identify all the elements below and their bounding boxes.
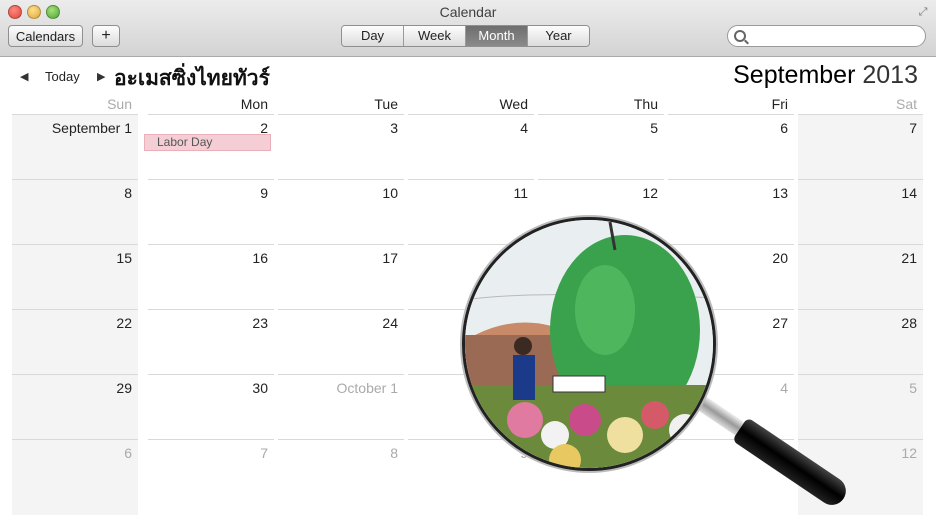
tab-week[interactable]: Week	[404, 26, 466, 46]
fullscreen-icon[interactable]: ⤢	[916, 5, 930, 19]
day-number: 15	[116, 250, 132, 266]
year-label: 2013	[862, 61, 918, 89]
day-cell[interactable]: 21	[798, 244, 923, 309]
weekday-header-fri: Fri	[771, 96, 788, 112]
day-number: 8	[390, 445, 398, 461]
day-number: 22	[116, 315, 132, 331]
day-cell[interactable]: October 1	[278, 374, 404, 439]
weekday-header-sun: Sun	[107, 96, 132, 112]
weekday-header-wed: Wed	[499, 96, 528, 112]
day-cell[interactable]: 3	[278, 114, 404, 179]
month-title: September 2013	[733, 61, 918, 90]
day-cell[interactable]: 13	[668, 179, 794, 244]
day-number: 23	[252, 315, 268, 331]
day-cell[interactable]: 9	[148, 179, 274, 244]
day-number: 4	[780, 380, 788, 396]
day-cell[interactable]: 7	[148, 439, 274, 515]
day-number: 5	[909, 380, 917, 396]
day-number: 6	[124, 445, 132, 461]
magnifier-lens	[462, 217, 716, 471]
day-cell[interactable]: 28	[798, 309, 923, 374]
watermark-text: อะเมสซิ่งไทยทัวร์	[114, 66, 270, 90]
day-number: 27	[772, 315, 788, 331]
day-number: 3	[390, 120, 398, 136]
tab-day[interactable]: Day	[342, 26, 404, 46]
day-cell[interactable]: 24	[278, 309, 404, 374]
day-number: 9	[260, 185, 268, 201]
day-cell[interactable]: 5	[798, 374, 923, 439]
day-number: 17	[382, 250, 398, 266]
event-labor-day[interactable]: Labor Day	[144, 134, 271, 151]
add-event-button[interactable]: +	[92, 25, 120, 47]
day-number: 20	[772, 250, 788, 266]
day-cell[interactable]: 16	[148, 244, 274, 309]
month-name: September	[733, 61, 856, 89]
day-cell[interactable]: 14	[798, 179, 923, 244]
day-number: 5	[650, 120, 658, 136]
day-number: 8	[124, 185, 132, 201]
day-number: 13	[772, 185, 788, 201]
day-cell[interactable]: 4	[408, 114, 534, 179]
weekday-header-tue: Tue	[374, 96, 398, 112]
next-month-icon[interactable]: ▶	[97, 70, 105, 83]
day-cell[interactable]: 5	[538, 114, 664, 179]
weekday-header-sat: Sat	[895, 96, 917, 112]
search-field[interactable]	[727, 25, 926, 47]
day-cell[interactable]: 8	[278, 439, 404, 515]
window-toolbar: Calendar ⤢ Calendars + Day Week Month Ye…	[0, 0, 936, 57]
day-cell[interactable]: September 1	[12, 114, 138, 179]
day-number: 11	[513, 185, 528, 201]
day-cell[interactable]: 9	[408, 439, 534, 515]
day-cell[interactable]: 22	[12, 309, 138, 374]
tab-month[interactable]: Month	[466, 26, 528, 46]
day-cell[interactable]: 23	[148, 309, 274, 374]
day-number: 30	[252, 380, 268, 396]
day-number: 4	[520, 120, 528, 136]
day-number: 29	[116, 380, 132, 396]
day-cell[interactable]: 29	[12, 374, 138, 439]
weekday-header-mon: Mon	[240, 96, 268, 112]
day-cell[interactable]: 30	[148, 374, 274, 439]
window-title: Calendar	[439, 4, 497, 20]
day-cell[interactable]: 15	[12, 244, 138, 309]
day-number: 12	[901, 445, 917, 461]
day-cell[interactable]: 10	[278, 179, 404, 244]
day-cell[interactable]: 7	[798, 114, 923, 179]
day-number: 14	[901, 185, 917, 201]
today-button[interactable]: Today	[45, 69, 80, 84]
day-number: 24	[382, 315, 398, 331]
day-number: 16	[252, 250, 268, 266]
previous-month-icon[interactable]: ◀	[20, 70, 28, 83]
magnifier-photo	[465, 220, 713, 468]
day-number: 6	[780, 120, 788, 136]
day-number: 21	[901, 250, 917, 266]
day-cell[interactable]: 17	[278, 244, 404, 309]
search-icon	[734, 30, 746, 42]
calendars-button[interactable]: Calendars	[8, 25, 83, 47]
search-input[interactable]	[750, 28, 922, 46]
weekday-header-thu: Thu	[633, 96, 658, 112]
day-number: 12	[642, 185, 658, 201]
tab-year[interactable]: Year	[528, 26, 589, 46]
day-number: October 1	[336, 380, 398, 396]
day-cell[interactable]: 6	[668, 114, 794, 179]
day-cell[interactable]: 6	[12, 439, 138, 515]
day-cell[interactable]: 11	[408, 179, 534, 244]
day-number: September 1	[51, 120, 132, 136]
day-number: 10	[382, 185, 398, 201]
view-segmented-control: Day Week Month Year	[341, 25, 590, 47]
day-number: 7	[909, 120, 917, 136]
day-cell[interactable]: 8	[12, 179, 138, 244]
day-number: 7	[260, 445, 268, 461]
day-number: 28	[901, 315, 917, 331]
